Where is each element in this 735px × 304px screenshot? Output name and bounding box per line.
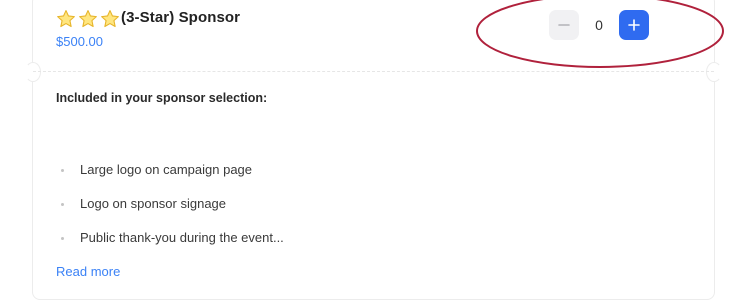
increase-quantity-button[interactable] bbox=[619, 10, 649, 40]
included-heading: Included in your sponsor selection: bbox=[56, 91, 268, 105]
star-icon bbox=[101, 10, 119, 28]
list-item: Logo on sponsor signage bbox=[56, 195, 284, 229]
page: (3-Star) Sponsor $500.00 0 Included in y… bbox=[0, 0, 735, 304]
dashed-divider bbox=[33, 71, 714, 72]
star-icon bbox=[57, 10, 75, 28]
tier-price: $500.00 bbox=[56, 34, 103, 49]
star-icon bbox=[79, 10, 97, 28]
bullet-icon bbox=[61, 203, 64, 206]
bullet-icon bbox=[61, 237, 64, 240]
list-item: Large logo on campaign page bbox=[56, 161, 284, 195]
list-item: Public thank-you during the event... bbox=[56, 229, 284, 263]
benefit-text: Public thank-you during the event... bbox=[80, 230, 284, 245]
benefits-list: Large logo on campaign page Logo on spon… bbox=[56, 161, 284, 263]
quantity-stepper: 0 bbox=[549, 10, 649, 40]
plus-icon bbox=[628, 19, 640, 31]
tier-title: (3-Star) Sponsor bbox=[121, 9, 241, 26]
read-more-link[interactable]: Read more bbox=[56, 264, 120, 279]
card-notch-left bbox=[25, 62, 41, 82]
sponsor-tier-card: (3-Star) Sponsor $500.00 0 Included in y… bbox=[25, 0, 722, 300]
card-notch-right bbox=[706, 62, 722, 82]
minus-icon bbox=[558, 24, 570, 26]
star-rating bbox=[55, 8, 121, 30]
decrease-quantity-button[interactable] bbox=[549, 10, 579, 40]
bullet-icon bbox=[61, 169, 64, 172]
benefit-text: Logo on sponsor signage bbox=[80, 196, 227, 211]
quantity-value: 0 bbox=[595, 17, 603, 33]
benefit-text: Large logo on campaign page bbox=[80, 162, 253, 177]
tier-header: (3-Star) Sponsor $500.00 0 bbox=[33, 0, 714, 71]
